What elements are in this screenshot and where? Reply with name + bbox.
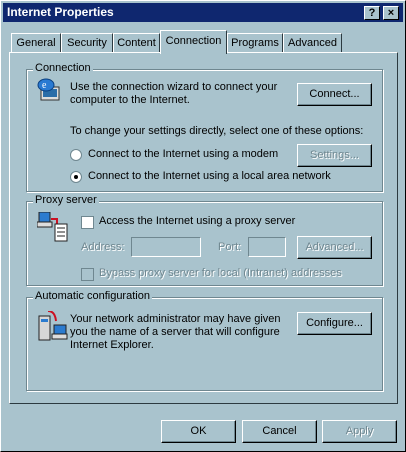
change-settings-text: To change your settings directly, select… xyxy=(70,125,364,137)
window-title: Internet Properties xyxy=(7,5,114,19)
lan-option-label: Connect to the Internet using a local ar… xyxy=(88,170,331,182)
connection-wizard-icon: e xyxy=(37,78,60,101)
modem-option-label: Connect to the Internet using a modem xyxy=(88,148,279,160)
automatic-configuration-group: Automatic configuration Your network adm… xyxy=(26,290,383,391)
automatic-configuration-description: Your network administrator may have give… xyxy=(70,313,281,351)
modem-radio[interactable] xyxy=(70,149,82,161)
proxy-server-icon xyxy=(37,212,68,242)
connect-button[interactable]: Connect... xyxy=(297,83,372,106)
network-admin-icon xyxy=(38,311,68,341)
tab-content[interactable]: Content xyxy=(113,33,160,53)
close-icon[interactable]: × xyxy=(383,6,399,20)
tab-advanced[interactable]: Advanced xyxy=(283,33,342,53)
address-label: Address: xyxy=(81,241,125,253)
port-label: Port: xyxy=(218,241,242,253)
connection-wizard-text: Use the connection wizard to connect you… xyxy=(70,81,278,106)
apply-button[interactable]: Apply xyxy=(322,420,397,443)
proxy-checkbox[interactable] xyxy=(81,216,94,229)
proxy-group-title: Proxy server xyxy=(33,194,99,206)
connection-group: Connection e Use the connection wizard t… xyxy=(26,62,383,192)
settings-button[interactable]: Settings... xyxy=(297,144,372,167)
connection-group-title: Connection xyxy=(33,62,93,74)
ok-button[interactable]: OK xyxy=(161,420,236,443)
title-bar: Internet Properties ? × xyxy=(3,3,403,22)
tab-general[interactable]: General xyxy=(11,33,61,53)
bypass-checkbox[interactable] xyxy=(81,268,94,281)
svg-text:e: e xyxy=(42,80,47,91)
cancel-button[interactable]: Cancel xyxy=(242,420,317,443)
tab-programs[interactable]: Programs xyxy=(227,33,283,53)
address-input[interactable] xyxy=(131,237,201,257)
port-input[interactable] xyxy=(248,237,286,257)
internet-properties-dialog: Internet Properties ? × General Security… xyxy=(0,0,406,452)
connection-tab-panel: Connection e Use the connection wizard t… xyxy=(9,52,398,404)
configure-button[interactable]: Configure... xyxy=(297,312,372,335)
tab-connection[interactable]: Connection xyxy=(160,30,227,54)
proxy-checkbox-label: Access the Internet using a proxy server xyxy=(99,215,296,227)
bypass-label: Bypass proxy server for local (Intranet)… xyxy=(99,267,342,279)
automatic-configuration-title: Automatic configuration xyxy=(33,290,152,302)
advanced-button[interactable]: Advanced... xyxy=(297,236,372,259)
lan-radio[interactable] xyxy=(70,171,82,183)
proxy-server-group: Proxy server Access the Internet using a… xyxy=(26,194,383,286)
tab-security[interactable]: Security xyxy=(61,33,113,53)
help-icon[interactable]: ? xyxy=(364,6,380,20)
